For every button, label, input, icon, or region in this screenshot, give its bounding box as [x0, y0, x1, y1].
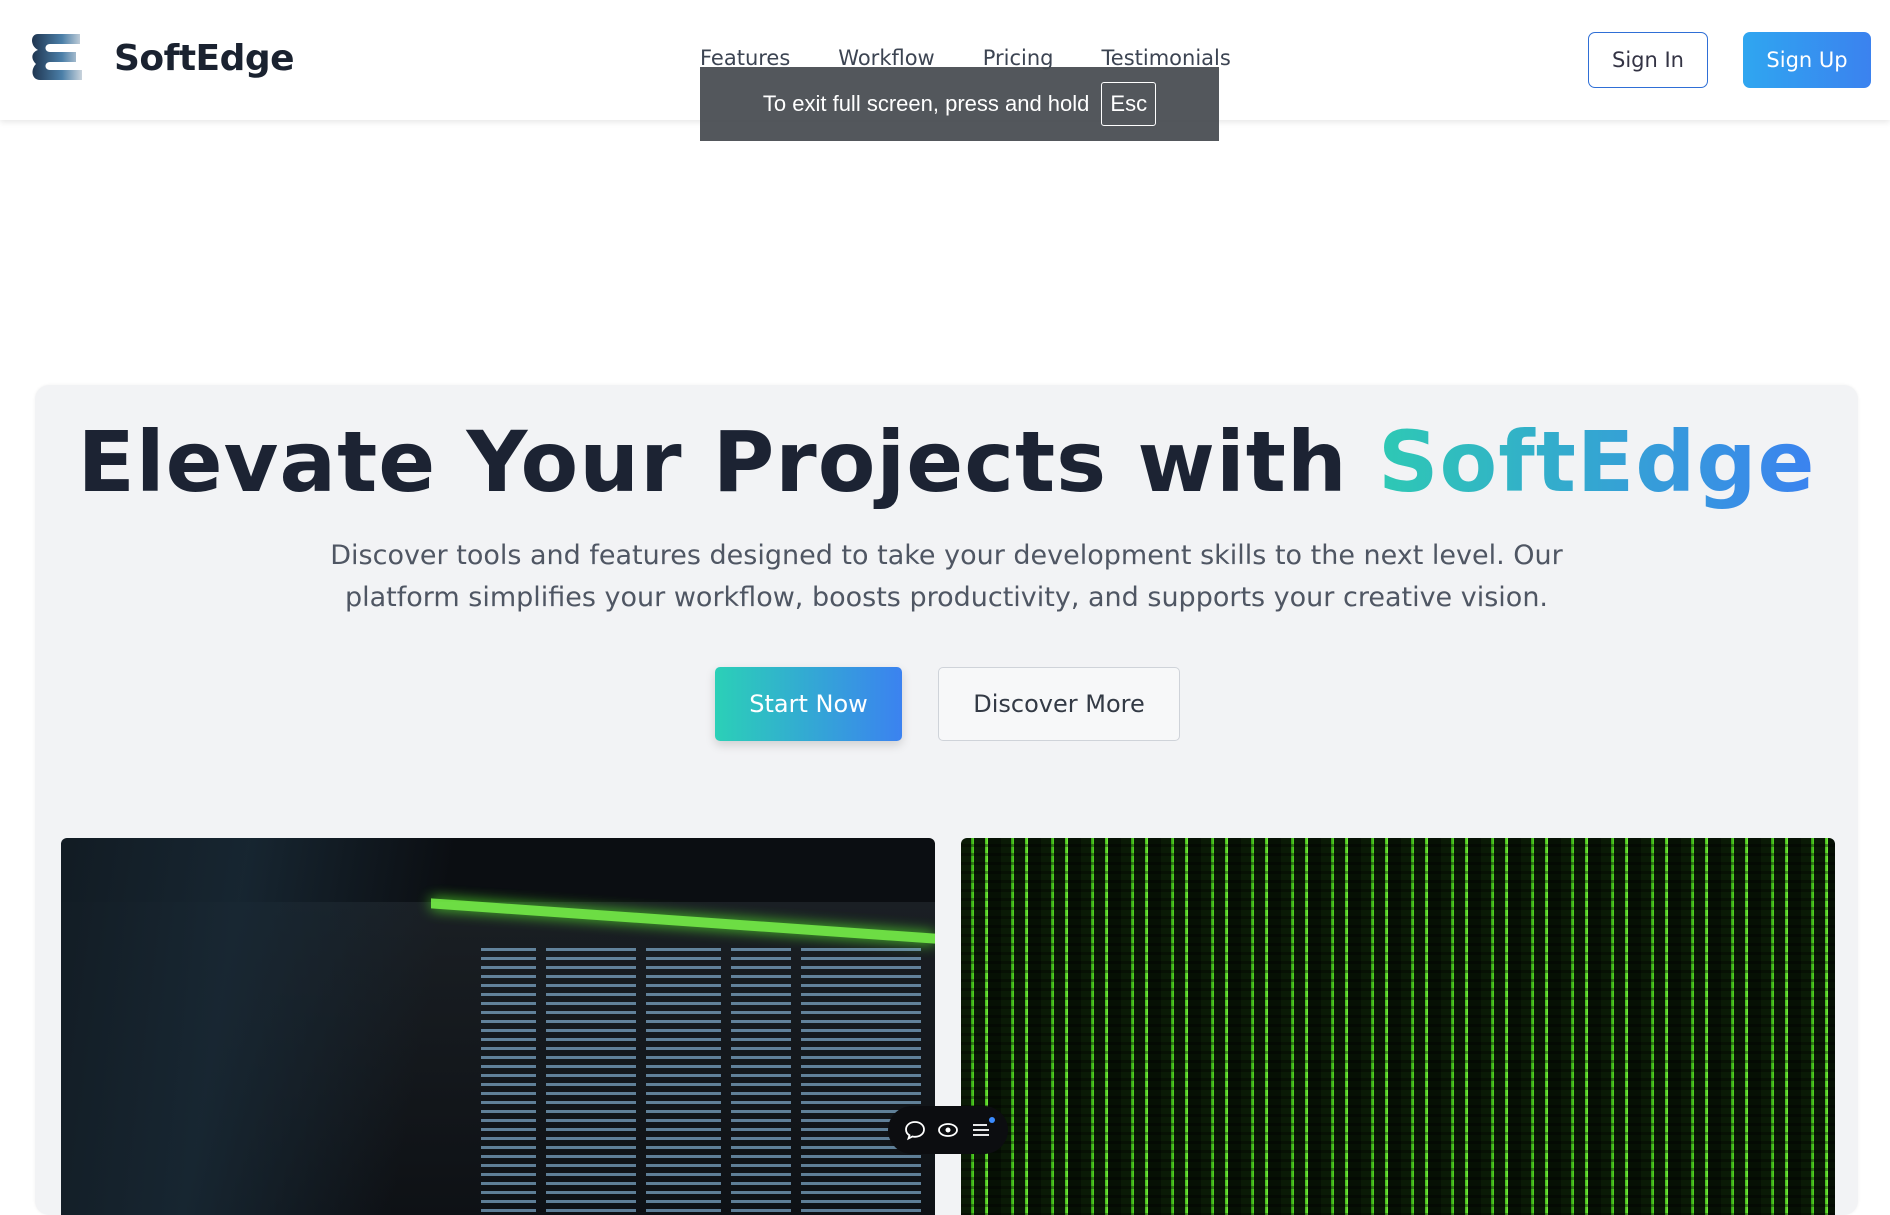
terminal-text-column	[481, 948, 536, 1215]
terminal-highlight-bar	[431, 898, 935, 944]
floating-toolbar	[888, 1106, 1008, 1154]
terminal-screen-image	[61, 838, 935, 1215]
menu-lines-icon[interactable]	[970, 1117, 996, 1141]
hero-subtitle: Discover tools and features designed to …	[330, 540, 1563, 613]
terminal-text-column	[646, 948, 721, 1215]
terminal-text-column	[801, 948, 921, 1215]
start-now-button[interactable]: Start Now	[715, 667, 902, 741]
hero-title-prefix: Elevate Your Projects with	[77, 413, 1348, 511]
eye-icon[interactable]	[937, 1119, 959, 1141]
matrix-code-image	[961, 838, 1835, 1215]
terminal-text-column	[731, 948, 791, 1215]
sign-in-button[interactable]: Sign In	[1588, 32, 1708, 88]
esc-key-badge: Esc	[1101, 82, 1157, 126]
terminal-text-column	[546, 948, 636, 1215]
brand-name[interactable]: SoftEdge	[114, 38, 295, 79]
discover-more-button[interactable]: Discover More	[938, 667, 1180, 741]
fullscreen-toast-text: To exit full screen, press and hold	[762, 91, 1090, 116]
matrix-overlay	[961, 838, 1835, 1215]
hero-title-highlight: SoftEdge	[1377, 413, 1816, 511]
hero-title: Elevate Your Projects with SoftEdge	[35, 413, 1858, 511]
sign-up-button[interactable]: Sign Up	[1743, 32, 1871, 88]
softedge-logo-icon[interactable]	[30, 28, 90, 88]
fullscreen-exit-toast: To exit full screen, press and hold Esc	[700, 67, 1219, 141]
hero-section: Elevate Your Projects with SoftEdge Disc…	[35, 385, 1858, 1215]
chat-bubble-icon[interactable]	[904, 1119, 926, 1141]
notification-dot	[989, 1117, 996, 1123]
